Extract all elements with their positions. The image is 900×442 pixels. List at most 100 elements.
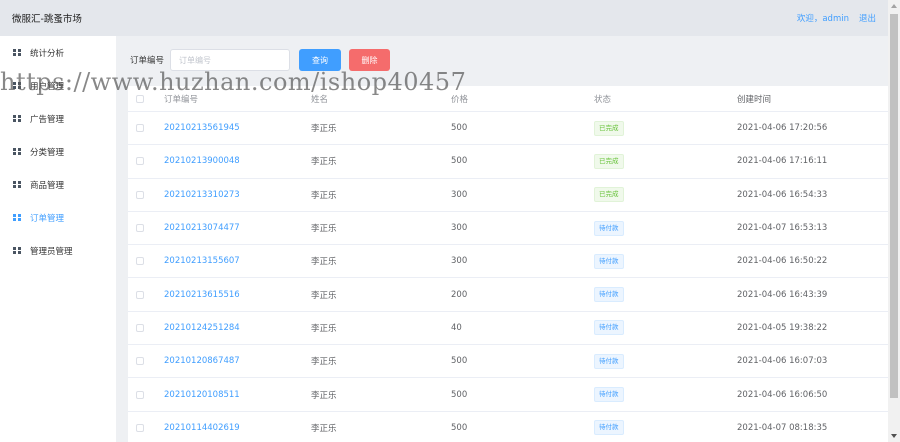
table-row: 20210213074477 李正乐 300 待付款 2021-04-07 16:53:… xyxy=(128,212,888,246)
header-name: 姓名 xyxy=(311,94,329,105)
buyer-name: 李正乐 xyxy=(311,357,337,368)
sidebar-item-ads[interactable]: 广告管理 xyxy=(0,102,116,135)
created-time: 2021-04-06 16:07:03 xyxy=(737,356,828,367)
buyer-name: 李正乐 xyxy=(311,323,337,334)
header-created: 创建时间 xyxy=(737,94,772,105)
status-badge: 待付款 xyxy=(594,287,624,303)
order-no-link[interactable]: 20210114402619 xyxy=(164,423,311,433)
sidebar-item-admins[interactable]: 管理员管理 xyxy=(0,234,116,267)
row-checkbox[interactable] xyxy=(136,357,144,366)
sidebar-item-label: 管理员管理 xyxy=(30,246,73,257)
grid-icon xyxy=(13,48,21,57)
order-price: 500 xyxy=(451,422,468,433)
order-no-search-input[interactable] xyxy=(170,49,291,71)
sidebar-item-label: 分类管理 xyxy=(30,147,65,158)
order-no-link[interactable]: 20210120108511 xyxy=(164,390,311,400)
sidebar-item-label: 广告管理 xyxy=(30,114,65,125)
buyer-name: 李正乐 xyxy=(311,124,337,135)
scroll-down-icon[interactable] xyxy=(891,434,897,438)
row-checkbox[interactable] xyxy=(136,124,144,133)
header-user-area: 欢迎，admin 退出 xyxy=(797,12,876,24)
status-badge: 待付款 xyxy=(594,253,624,269)
orders-table: 订单编号 姓名 价格 状态 创建时间 20210213561945 李正乐 500 已… xyxy=(128,86,888,442)
created-time: 2021-04-05 19:38:22 xyxy=(737,322,828,333)
buyer-name: 李正乐 xyxy=(311,224,337,235)
created-time: 2021-04-06 17:20:56 xyxy=(737,123,828,134)
order-no-link[interactable]: 20210213074477 xyxy=(164,223,311,233)
header-price: 价格 xyxy=(451,94,469,105)
table-row: 20210213561945 李正乐 500 已完成 2021-04-06 17:20:… xyxy=(128,112,888,146)
table-row: 20210120108511 李正乐 500 待付款 2021-04-06 16:06:… xyxy=(128,378,888,412)
table-row: 20210213310273 李正乐 300 已完成 2021-04-06 16:54:… xyxy=(128,179,888,212)
order-no-link[interactable]: 20210213310273 xyxy=(164,190,311,200)
header-status: 状态 xyxy=(594,94,612,105)
buyer-name: 李正乐 xyxy=(311,190,337,201)
status-badge: 已完成 xyxy=(594,153,624,169)
order-price: 300 xyxy=(451,256,468,267)
status-badge: 待付款 xyxy=(594,320,624,336)
order-price: 500 xyxy=(451,123,468,134)
row-checkbox[interactable] xyxy=(136,323,144,332)
buyer-name: 李正乐 xyxy=(311,157,337,168)
logout-link[interactable]: 退出 xyxy=(859,12,876,24)
order-price: 40 xyxy=(451,322,462,333)
order-no-link[interactable]: 20210213615516 xyxy=(164,290,311,300)
created-time: 2021-04-07 16:53:13 xyxy=(737,223,828,234)
query-button[interactable]: 查询 xyxy=(299,49,342,71)
row-checkbox[interactable] xyxy=(136,190,144,199)
buyer-name: 李正乐 xyxy=(311,257,337,268)
order-no-link[interactable]: 20210213561945 xyxy=(164,123,311,133)
table-row: 20210213615516 李正乐 200 待付款 2021-04-06 16:43:… xyxy=(128,278,888,312)
buyer-name: 李正乐 xyxy=(311,390,337,401)
status-badge: 待付款 xyxy=(594,420,624,436)
buyer-name: 李正乐 xyxy=(311,423,337,434)
table-row: 20210213900048 李正乐 500 已完成 2021-04-06 17:16:… xyxy=(128,145,888,179)
table-row: 20210114402619 李正乐 500 待付款 2021-04-07 08:18:… xyxy=(128,412,888,442)
order-no-link[interactable]: 20210124251284 xyxy=(164,323,311,333)
row-checkbox[interactable] xyxy=(136,423,144,432)
order-no-link[interactable]: 20210213900048 xyxy=(164,156,311,166)
grid-icon xyxy=(13,213,21,222)
order-no-link[interactable]: 20210120867487 xyxy=(164,356,311,366)
sidebar-item-products[interactable]: 商品管理 xyxy=(0,168,116,201)
app-title: 微服汇-跳蚤市场 xyxy=(12,14,82,25)
order-price: 300 xyxy=(451,223,468,234)
order-no-label: 订单编号 xyxy=(130,56,165,66)
header-order-no: 订单编号 xyxy=(164,94,199,105)
row-checkbox[interactable] xyxy=(136,224,144,233)
grid-icon xyxy=(13,81,21,90)
sidebar-item-users[interactable]: 用户管理 xyxy=(0,69,116,102)
order-no-link[interactable]: 20210213155607 xyxy=(164,256,311,266)
order-price: 500 xyxy=(451,389,468,400)
created-time: 2021-04-06 17:16:11 xyxy=(737,156,828,167)
buyer-name: 李正乐 xyxy=(311,290,337,301)
row-checkbox[interactable] xyxy=(136,390,144,399)
row-checkbox[interactable] xyxy=(136,290,144,299)
status-badge: 待付款 xyxy=(594,353,624,369)
grid-icon xyxy=(13,147,21,156)
order-price: 500 xyxy=(451,156,468,167)
sidebar-item-statistics[interactable]: 统计分析 xyxy=(0,36,116,69)
delete-button[interactable]: 删除 xyxy=(349,49,391,71)
created-time: 2021-04-06 16:06:50 xyxy=(737,389,828,400)
created-time: 2021-04-07 08:18:35 xyxy=(737,422,828,433)
status-badge: 已完成 xyxy=(594,120,624,136)
table-body: 20210213561945 李正乐 500 已完成 2021-04-06 17:20:… xyxy=(128,112,888,442)
scroll-up-icon[interactable] xyxy=(891,4,897,8)
top-header: 微服汇-跳蚤市场 欢迎，admin 退出 xyxy=(0,0,888,36)
search-toolbar: 订单编号 查询 删除 xyxy=(130,48,391,72)
row-checkbox[interactable] xyxy=(136,257,144,266)
order-price: 200 xyxy=(451,289,468,300)
welcome-user-link[interactable]: 欢迎，admin xyxy=(797,12,849,24)
select-all-checkbox[interactable] xyxy=(136,94,144,103)
created-time: 2021-04-06 16:50:22 xyxy=(737,256,828,267)
table-row: 20210124251284 李正乐 40 待付款 2021-04-05 19:38:2… xyxy=(128,312,888,346)
order-price: 300 xyxy=(451,189,468,200)
table-header: 订单编号 姓名 价格 状态 创建时间 xyxy=(128,86,888,112)
page-scrollbar[interactable] xyxy=(888,0,900,442)
row-checkbox[interactable] xyxy=(136,157,144,166)
scrollbar-thumb[interactable] xyxy=(890,14,898,398)
sidebar-item-categories[interactable]: 分类管理 xyxy=(0,135,116,168)
sidebar-item-orders[interactable]: 订单管理 xyxy=(0,201,116,234)
status-badge: 已完成 xyxy=(594,187,624,203)
